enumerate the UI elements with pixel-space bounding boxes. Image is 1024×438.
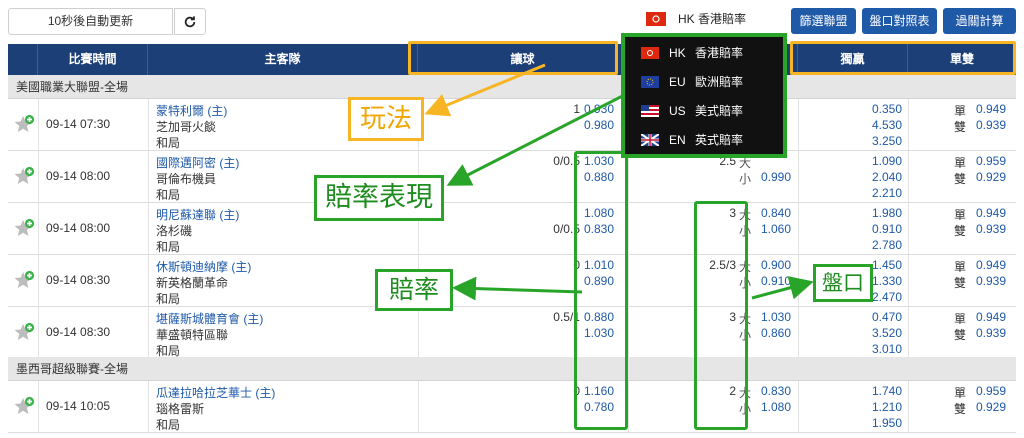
odds-format-dropdown: HK 香港賠率 EU 歐洲賠率 US 美式賠率 EN 英式賠率 bbox=[621, 33, 787, 158]
odds-option-hk[interactable]: HK 香港賠率 bbox=[625, 39, 783, 67]
annotation-arrows bbox=[424, 63, 814, 301]
odds-option-us[interactable]: US 美式賠率 bbox=[625, 97, 783, 125]
uk-flag-icon bbox=[641, 134, 659, 146]
odds-option-eu[interactable]: EU 歐洲賠率 bbox=[625, 68, 783, 96]
us-flag-icon bbox=[641, 105, 659, 117]
hong-kong-flag-icon bbox=[641, 47, 659, 59]
eu-flag-icon bbox=[641, 76, 659, 88]
odds-option-en[interactable]: EN 英式賠率 bbox=[625, 126, 783, 154]
